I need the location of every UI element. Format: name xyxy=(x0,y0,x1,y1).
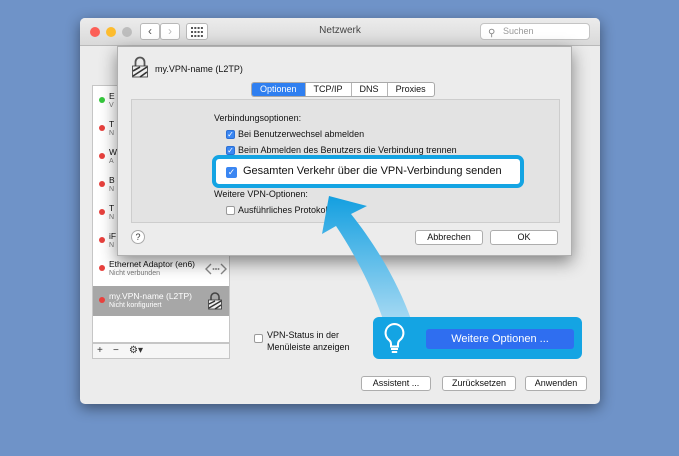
status-dot xyxy=(99,97,105,103)
status-dot xyxy=(99,125,105,131)
tab-bar: Optionen TCP/IP DNS Proxies xyxy=(251,82,435,97)
status-dot xyxy=(99,153,105,159)
advanced-button[interactable]: Weitere Optionen ... xyxy=(426,329,574,349)
service-list-toolbar: + − ⚙▾ xyxy=(92,343,230,359)
search-placeholder: Suchen xyxy=(503,26,534,36)
vpn-status-label-line2: Menüleiste anzeigen xyxy=(267,342,350,352)
disconnect-on-logout-label: Beim Abmelden des Benutzers die Verbindu… xyxy=(238,145,457,155)
logout-on-user-switch-label: Bei Benutzerwechsel abmelden xyxy=(238,129,365,139)
route-all-traffic-option[interactable]: ✓ Gesamten Verkehr über die VPN-Verbindu… xyxy=(212,155,524,188)
ok-button[interactable]: OK xyxy=(490,230,558,245)
verbose-logging-label: Ausführliches Protokoll xyxy=(238,205,330,215)
more-vpn-options-heading: Weitere VPN-Optionen: xyxy=(214,189,308,199)
search-icon: ⚲ xyxy=(488,28,496,39)
apply-button[interactable]: Anwenden xyxy=(525,376,587,391)
add-service-button[interactable]: + xyxy=(97,344,103,357)
route-all-traffic-checkbox[interactable]: ✓ xyxy=(226,167,237,178)
vpn-options-sheet: my.VPN-name (L2TP) Optionen TCP/IP DNS P… xyxy=(117,46,572,256)
logout-on-user-switch-checkbox[interactable]: ✓ xyxy=(226,130,235,139)
status-dot xyxy=(99,297,105,303)
tab-proxies[interactable]: Proxies xyxy=(386,83,434,96)
gear-menu-button[interactable]: ⚙▾ xyxy=(129,344,143,357)
service-item-vpn[interactable]: my.VPN-name (L2TP) Nicht konfiguriert xyxy=(93,286,229,316)
vpn-lock-icon xyxy=(132,56,148,78)
sheet-title: my.VPN-name (L2TP) xyxy=(155,64,243,74)
vpn-lock-icon xyxy=(208,292,222,310)
ethernet-icon xyxy=(205,263,227,275)
assistant-button[interactable]: Assistent ... xyxy=(361,376,431,391)
connection-options-heading: Verbindungsoptionen: xyxy=(214,113,302,123)
tab-options[interactable]: Optionen xyxy=(252,83,305,96)
title-bar: ‹ › Netzwerk ⚲ Suchen xyxy=(80,18,600,46)
vpn-status-label-line1: VPN-Status in der xyxy=(267,330,340,340)
verbose-logging-checkbox[interactable] xyxy=(226,206,235,215)
cancel-button[interactable]: Abbrechen xyxy=(415,230,483,245)
vpn-status-checkbox[interactable] xyxy=(254,334,263,343)
tab-dns[interactable]: DNS xyxy=(350,83,387,96)
status-dot xyxy=(99,181,105,187)
search-input[interactable]: ⚲ Suchen xyxy=(480,23,590,40)
remove-service-button[interactable]: − xyxy=(113,344,119,357)
status-dot xyxy=(99,265,105,271)
disconnect-on-logout-checkbox[interactable]: ✓ xyxy=(226,146,235,155)
tab-tcpip[interactable]: TCP/IP xyxy=(304,83,351,96)
service-item-ethernet-adaptor[interactable]: Ethernet Adaptor (en6) Nicht verbunden xyxy=(93,254,229,284)
status-dot xyxy=(99,209,105,215)
reset-button[interactable]: Zurücksetzen xyxy=(442,376,516,391)
status-dot xyxy=(99,237,105,243)
route-all-traffic-label: Gesamten Verkehr über die VPN-Verbindung… xyxy=(243,165,502,177)
help-button[interactable]: ? xyxy=(131,230,145,244)
lightbulb-icon xyxy=(384,322,405,353)
